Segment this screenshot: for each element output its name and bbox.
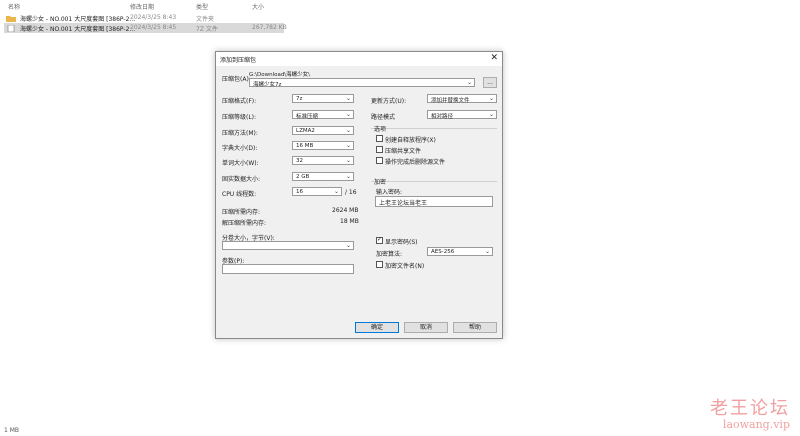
word-label: 单词大小(W):	[222, 160, 259, 167]
level-select[interactable]: 标准压缩 ⌄	[292, 110, 354, 120]
column-name[interactable]: 名称	[8, 2, 20, 11]
help-button[interactable]: 帮助	[453, 322, 497, 333]
cpu-value: 16	[296, 189, 303, 195]
encrypt-names-label: 加密文件名(N)	[385, 263, 425, 270]
solid-label: 固实数据大小:	[222, 176, 261, 183]
show-password-checkbox[interactable]: ✓	[376, 236, 383, 244]
watermark: 老王论坛 laowang.vip	[710, 394, 790, 431]
archive-path: G:\Download\海螺少女\	[249, 72, 311, 78]
chevron-down-icon: ⌄	[488, 111, 494, 118]
sfx-checkbox[interactable]	[376, 135, 383, 142]
dict-label: 字典大小(D):	[222, 145, 258, 152]
path-mode-label: 路径模式	[371, 114, 396, 121]
encrypt-group-divider	[371, 181, 497, 182]
column-date[interactable]: 修改日期	[130, 2, 154, 11]
password-label: 输入密码:	[376, 189, 403, 196]
chevron-down-icon: ⌄	[345, 157, 351, 164]
watermark-en: laowang.vip	[722, 418, 790, 431]
encrypt-label: 加密	[374, 179, 387, 186]
shared-checkbox[interactable]	[376, 146, 383, 153]
file-name: 海螺少女 - NO.001 大尺度套图 [386P-2...	[20, 16, 136, 23]
dialog-titlebar[interactable]: 添加到压缩包 ✕	[216, 52, 502, 66]
enc-method-label: 加密算法:	[376, 251, 403, 258]
solid-select[interactable]: 2 GB ⌄	[292, 172, 354, 181]
cpu-select[interactable]: 16 ⌄	[292, 187, 342, 196]
update-select[interactable]: 添加并替换文件 ⌄	[427, 94, 497, 104]
cpu-label: CPU 线程数:	[222, 191, 257, 198]
column-type[interactable]: 类型	[196, 2, 208, 11]
close-icon[interactable]: ✕	[490, 53, 498, 63]
cpu-max: / 16	[345, 189, 357, 196]
checkmark-icon: ✓	[377, 236, 383, 243]
file-type: 文件夹	[196, 16, 215, 23]
chevron-down-icon: ⌄	[488, 95, 494, 102]
path-mode-value: 相对路径	[431, 114, 454, 120]
dict-select[interactable]: 16 MB ⌄	[292, 141, 354, 150]
delete-checkbox[interactable]	[376, 157, 383, 164]
password-input[interactable]: 上老王论坛当老王	[375, 196, 493, 207]
delete-label: 操作完成后删除源文件	[385, 159, 446, 166]
file-type: 7Z 文件	[196, 26, 218, 33]
shared-label: 压缩共享文件	[385, 148, 422, 155]
format-value: 7z	[296, 96, 303, 102]
mem-comp-value: 2624 MB	[332, 207, 359, 214]
add-to-archive-dialog: 添加到压缩包 ✕ 压缩包(A): G:\Download\海螺少女\ 海螺少女7…	[215, 51, 503, 339]
chevron-down-icon: ⌄	[333, 188, 339, 195]
word-select[interactable]: 32 ⌄	[292, 156, 354, 165]
chevron-down-icon: ⌄	[345, 95, 351, 102]
chevron-down-icon[interactable]: ⌄	[467, 79, 472, 86]
password-value: 上老王论坛当老王	[379, 200, 428, 207]
show-password-label: 显示密码(S)	[385, 239, 418, 246]
dialog-title: 添加到压缩包	[220, 57, 257, 64]
file-date: 2024/3/25 8:45	[130, 24, 177, 31]
chevron-down-icon: ⌄	[345, 111, 351, 118]
file-row-archive[interactable]: 海螺少女 - NO.001 大尺度套图 [386P-2... 2024/3/25…	[4, 23, 287, 33]
file-date: 2024/3/25 8:43	[130, 14, 177, 21]
chevron-down-icon: ⌄	[345, 242, 351, 249]
method-select[interactable]: LZMA2 ⌄	[292, 126, 354, 135]
chevron-down-icon: ⌄	[345, 142, 351, 149]
file-icon	[7, 25, 15, 32]
mem-decomp-label: 解压缩所需内存:	[222, 220, 267, 227]
options-label: 选项	[374, 126, 387, 133]
update-label: 更新方式(U):	[371, 98, 407, 105]
path-mode-select[interactable]: 相对路径 ⌄	[427, 110, 497, 120]
enc-method-select[interactable]: AES-256 ⌄	[427, 247, 493, 256]
enc-method-value: AES-256	[431, 249, 455, 255]
method-label: 压缩方法(M):	[222, 130, 258, 137]
chevron-down-icon: ⌄	[345, 173, 351, 180]
archive-name-combo[interactable]: 海螺少女7z ⌄	[249, 78, 475, 88]
browse-button[interactable]: ...	[483, 77, 497, 88]
cancel-button[interactable]: 取消	[404, 322, 448, 333]
format-label: 压缩格式(F):	[222, 98, 257, 105]
format-select[interactable]: 7z ⌄	[292, 94, 354, 103]
solid-value: 2 GB	[296, 174, 310, 180]
column-size[interactable]: 大小	[252, 2, 264, 11]
level-label: 压缩等级(L):	[222, 114, 257, 121]
method-value: LZMA2	[296, 128, 315, 134]
mem-decomp-value: 18 MB	[340, 218, 359, 225]
status-text: 1 MB	[4, 427, 20, 434]
params-input[interactable]	[222, 264, 354, 274]
file-row-folder[interactable]: 海螺少女 - NO.001 大尺度套图 [386P-2... 2024/3/25…	[4, 13, 284, 23]
sfx-label: 创建自释放程序(X)	[385, 137, 436, 144]
options-group-divider	[371, 128, 497, 129]
update-value: 添加并替换文件	[431, 98, 470, 104]
file-name: 海螺少女 - NO.001 大尺度套图 [386P-2...	[20, 26, 136, 33]
level-value: 标准压缩	[296, 114, 319, 120]
archive-name-value: 海螺少女7z	[253, 82, 282, 88]
dict-value: 16 MB	[296, 143, 314, 149]
archive-label: 压缩包(A):	[222, 76, 251, 83]
word-value: 32	[296, 158, 303, 164]
mem-comp-label: 压缩所需内存:	[222, 209, 261, 216]
file-size: 267,782 KB	[252, 24, 287, 31]
chevron-down-icon: ⌄	[484, 248, 490, 255]
folder-icon	[6, 16, 16, 22]
encrypt-names-checkbox[interactable]	[376, 261, 383, 268]
watermark-cn: 老王论坛	[710, 398, 790, 419]
ok-button[interactable]: 确定	[355, 322, 399, 333]
chevron-down-icon: ⌄	[345, 127, 351, 134]
split-select[interactable]: ⌄	[222, 241, 354, 250]
